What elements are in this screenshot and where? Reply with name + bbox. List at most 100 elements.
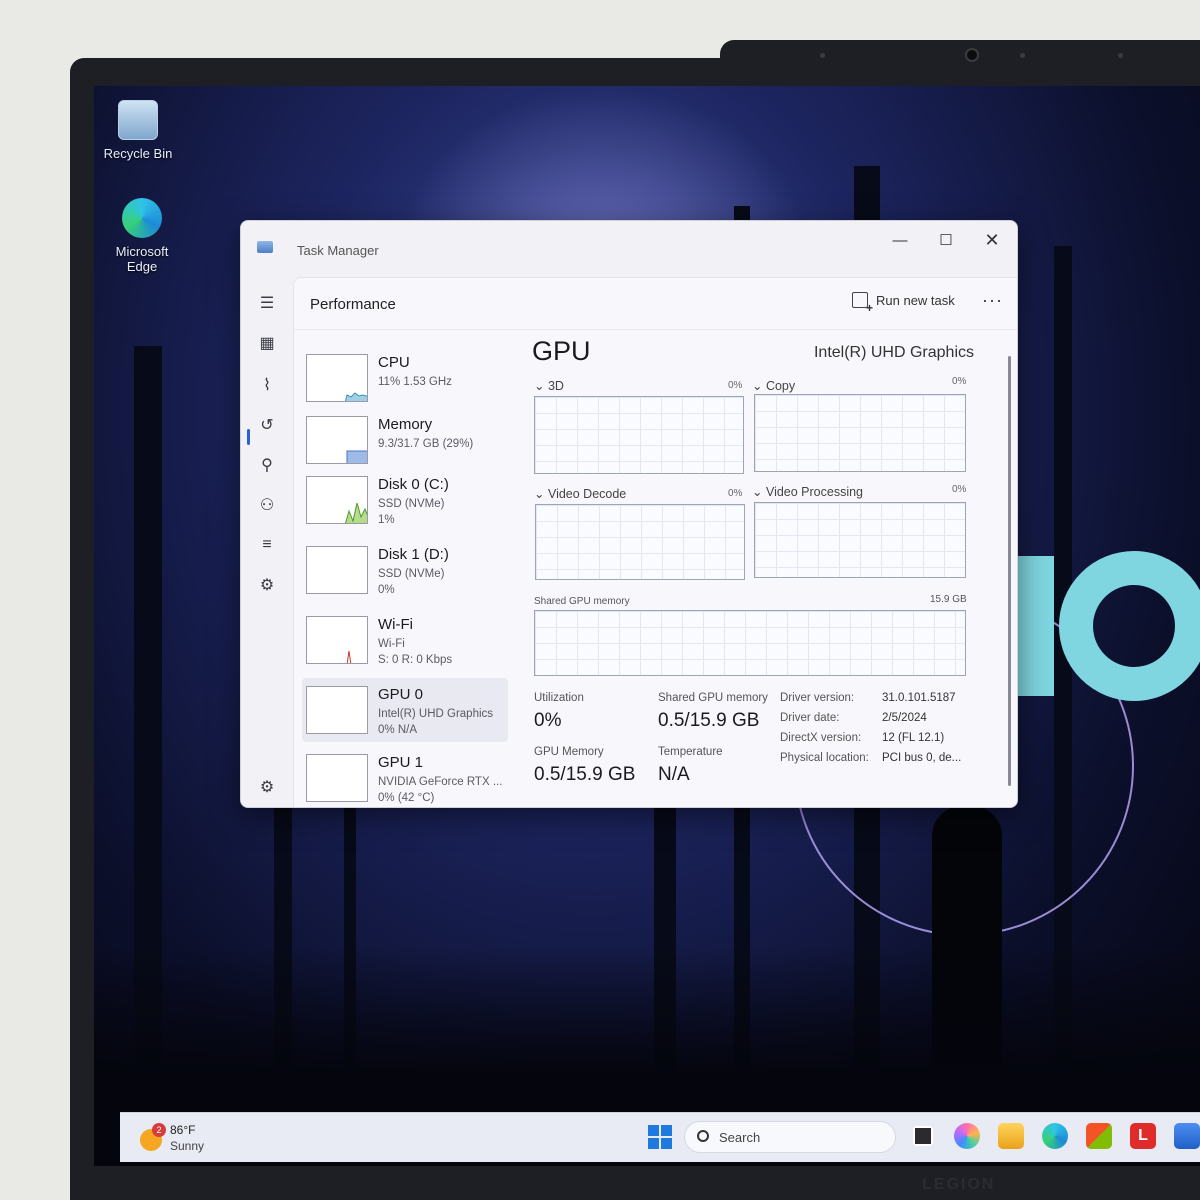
- device-detail: 9.3/31.7 GB (29%): [378, 438, 474, 450]
- device-item-disk-1[interactable]: Disk 1 (D:) SSD (NVMe) 0%: [302, 538, 508, 602]
- task-manager-icon: [257, 241, 273, 253]
- device-name: GPU 1: [378, 754, 424, 771]
- edge-icon: [122, 198, 162, 238]
- engine-percent: 0%: [728, 488, 743, 499]
- command-bar: Performance Run new task ···: [294, 278, 1017, 330]
- gpu-detail-panel: GPU Intel(R) UHD Graphics ⌄ 3D 0% ⌄ Copy…: [530, 330, 1000, 807]
- shared-memory-label: Shared GPU memory: [658, 692, 768, 704]
- physical-location-value: PCI bus 0, de...: [882, 752, 962, 764]
- driver-version-value: 31.0.101.5187: [882, 692, 956, 704]
- device-usage: S: 0 R: 0 Kbps: [378, 654, 453, 666]
- device-item-memory[interactable]: Memory 9.3/31.7 GB (29%): [302, 408, 508, 472]
- weather-widget[interactable]: 2 86°F Sunny: [138, 1121, 248, 1155]
- detail-title: GPU: [532, 336, 591, 366]
- run-task-icon: [852, 292, 873, 315]
- taskbar: 2 86°F Sunny Search L: [120, 1112, 1200, 1162]
- settings-icon[interactable]: ⚙: [255, 775, 279, 799]
- gpu-memory-value: 0.5/15.9 GB: [534, 764, 636, 785]
- graph-copy: [754, 394, 966, 472]
- disk-0-thumbnail-graph: [306, 476, 368, 524]
- memory-thumbnail-graph: [306, 416, 368, 464]
- directx-version-label: DirectX version:: [780, 732, 862, 744]
- engine-selector-copy[interactable]: ⌄ Copy: [752, 378, 795, 393]
- file-explorer-icon[interactable]: [998, 1123, 1024, 1149]
- sensor-icon: [1118, 53, 1123, 58]
- physical-location-label: Physical location:: [780, 752, 869, 764]
- performance-icon[interactable]: ⌇: [255, 373, 279, 397]
- shared-memory-graph-max: 15.9 GB: [930, 594, 967, 605]
- device-name: Disk 1 (D:): [378, 546, 449, 563]
- sensor-icon: [1020, 53, 1025, 58]
- lenovo-l-icon[interactable]: L: [1130, 1123, 1156, 1149]
- window-title: Task Manager: [297, 243, 379, 258]
- webcam-icon: [965, 48, 979, 62]
- hamburger-menu-icon[interactable]: ☰: [255, 291, 279, 315]
- driver-date-value: 2/5/2024: [882, 712, 927, 724]
- engine-label: 3D: [547, 379, 564, 393]
- title-bar[interactable]: Task Manager — ☐ ✕: [241, 221, 1017, 277]
- graph-3d: [534, 396, 744, 474]
- device-item-gpu-0[interactable]: GPU 0 Intel(R) UHD Graphics 0% N/A: [302, 678, 508, 742]
- device-item-cpu[interactable]: CPU 11% 1.53 GHz: [302, 346, 508, 410]
- device-item-gpu-1[interactable]: GPU 1 NVIDIA GeForce RTX ... 0% (42 °C): [302, 746, 508, 807]
- device-name: GPU 0: [378, 686, 424, 703]
- copilot-icon[interactable]: [954, 1123, 980, 1149]
- taskbar-search[interactable]: Search: [684, 1121, 896, 1153]
- disk-1-thumbnail-graph: [306, 546, 368, 594]
- weather-temperature: 86°F: [170, 1123, 196, 1137]
- scrollbar-thumb[interactable]: [1008, 356, 1011, 786]
- engine-percent: 0%: [952, 376, 967, 387]
- driver-version-label: Driver version:: [780, 692, 855, 704]
- gpu-memory-label: GPU Memory: [534, 746, 604, 758]
- task-view-icon[interactable]: [910, 1123, 936, 1149]
- device-item-disk-0[interactable]: Disk 0 (C:) SSD (NVMe) 1%: [302, 468, 508, 532]
- engine-selector-video-decode[interactable]: ⌄ Video Decode: [534, 486, 626, 501]
- temperature-label: Temperature: [658, 746, 723, 758]
- processes-icon[interactable]: ▦: [255, 331, 279, 355]
- run-new-task-label: Run new task: [876, 292, 955, 308]
- notification-badge: 2: [152, 1123, 166, 1137]
- desktop-icon-edge[interactable]: Microsoft Edge: [102, 198, 182, 274]
- device-name: CPU: [378, 354, 410, 371]
- active-indicator: [247, 429, 250, 445]
- start-button[interactable]: [648, 1125, 672, 1149]
- graph-video-decode: [535, 504, 745, 580]
- users-icon[interactable]: ⚇: [255, 493, 279, 517]
- startup-apps-icon[interactable]: ⚲: [255, 453, 279, 477]
- vertical-scrollbar[interactable]: [1006, 334, 1012, 804]
- maximize-button[interactable]: ☐: [923, 225, 969, 255]
- device-detail: SSD (NVMe): [378, 498, 445, 510]
- engine-label: Video Decode: [547, 487, 627, 501]
- search-icon: [697, 1130, 709, 1142]
- app-icon[interactable]: [1174, 1123, 1200, 1149]
- minimize-button[interactable]: —: [877, 225, 923, 255]
- engine-selector-3d[interactable]: ⌄ 3D: [534, 378, 564, 393]
- desktop-icon-recycle-bin[interactable]: Recycle Bin: [98, 100, 178, 161]
- device-name: Disk 0 (C:): [378, 476, 449, 493]
- task-manager-window: Task Manager — ☐ ✕ ☰ ▦ ⌇ ↺ ⚲ ⚇ ≡ ⚙ ⚙ Per…: [240, 220, 1018, 808]
- edge-icon[interactable]: [1042, 1123, 1068, 1149]
- device-detail: NVIDIA GeForce RTX ...: [378, 776, 503, 788]
- device-usage: 0% N/A: [378, 724, 417, 736]
- engine-label: Copy: [765, 379, 796, 393]
- device-usage: 0% (42 °C): [378, 792, 435, 804]
- app-history-icon[interactable]: ↺: [255, 413, 279, 437]
- gpu-0-thumbnail-graph: [306, 686, 368, 734]
- engine-selector-video-processing[interactable]: ⌄ Video Processing: [752, 484, 863, 499]
- details-icon[interactable]: ≡: [255, 533, 279, 557]
- run-new-task-button[interactable]: Run new task: [852, 292, 955, 315]
- more-options-button[interactable]: ···: [982, 290, 1003, 311]
- device-detail: Intel(R) UHD Graphics: [378, 708, 494, 720]
- desktop-icon-label: Recycle Bin: [103, 146, 173, 161]
- close-button[interactable]: ✕: [969, 225, 1015, 255]
- store-icon[interactable]: [1086, 1123, 1112, 1149]
- services-icon[interactable]: ⚙: [255, 573, 279, 597]
- device-usage: 1%: [378, 514, 395, 526]
- page-title: Performance: [310, 296, 396, 313]
- wifi-thumbnail-graph: [306, 616, 368, 664]
- device-item-wifi[interactable]: Wi-Fi Wi-Fi S: 0 R: 0 Kbps: [302, 608, 508, 672]
- gpu-model: Intel(R) UHD Graphics: [813, 344, 974, 361]
- navigation-rail: ☰ ▦ ⌇ ↺ ⚲ ⚇ ≡ ⚙ ⚙: [241, 277, 293, 807]
- engine-percent: 0%: [952, 484, 967, 495]
- gpu-1-thumbnail-graph: [306, 754, 368, 802]
